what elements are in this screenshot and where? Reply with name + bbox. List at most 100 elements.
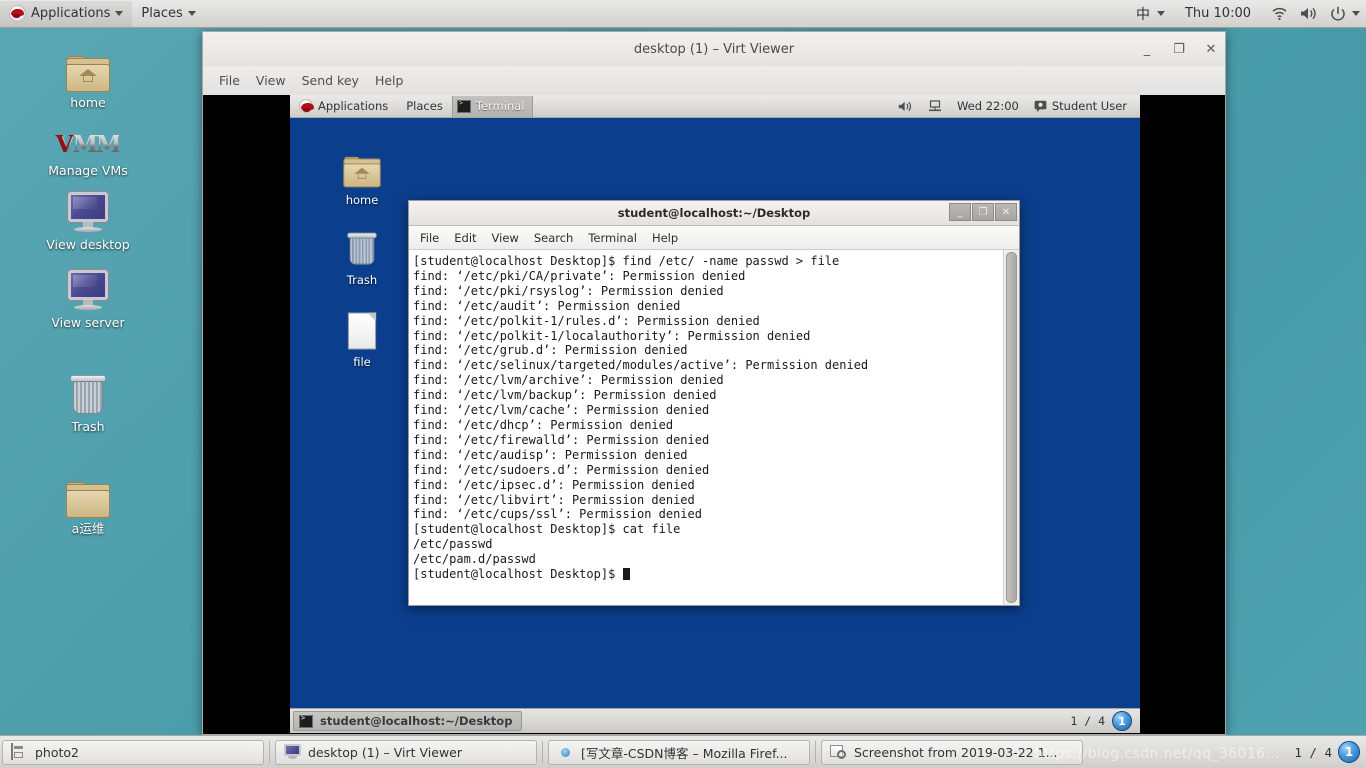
desktop-icon-label: Trash: [71, 420, 104, 434]
monitor-icon: [284, 744, 301, 761]
desktop-icon-trash[interactable]: Trash: [28, 368, 148, 434]
places-menu[interactable]: Places: [132, 1, 204, 27]
guest-taskbar-button-label: student@localhost:~/Desktop: [320, 714, 512, 728]
terminal-window[interactable]: student@localhost:~/Desktop _ ❐ ✕ File E…: [408, 200, 1020, 606]
taskbar-button-screenshot[interactable]: Screenshot from 2019-03-22 1...: [821, 740, 1083, 765]
guest-top-panel: Applications Places Terminal: [290, 95, 1140, 118]
power-menu[interactable]: [1324, 1, 1366, 27]
guest-network-icon[interactable]: [925, 96, 945, 117]
desktop-icon-label: View desktop: [46, 238, 130, 252]
virt-viewer-viewport[interactable]: Applications Places Terminal: [202, 95, 1226, 735]
input-method-indicator[interactable]: 中: [1130, 1, 1171, 27]
wifi-glyph: [1271, 6, 1288, 21]
terminal-menu-view[interactable]: View: [485, 228, 526, 248]
guest-window-button-terminal[interactable]: Terminal: [452, 96, 534, 117]
desktop-icon-ayunwei[interactable]: a运维: [28, 470, 148, 536]
guest-desktop-icon-file[interactable]: file: [325, 310, 399, 369]
applications-menu-label: Applications: [31, 6, 110, 21]
guest-volume-icon[interactable]: [895, 96, 916, 117]
guest-workspace-badge: 1: [1112, 711, 1132, 731]
terminal-scrollbar-thumb[interactable]: [1006, 252, 1017, 603]
terminal-scrollbar[interactable]: [1003, 250, 1019, 605]
menu-help[interactable]: Help: [368, 70, 411, 91]
user-icon: [1034, 100, 1047, 112]
input-method-label: 中: [1136, 4, 1150, 24]
terminal-output-text: [student@localhost Desktop]$ find /etc/ …: [413, 254, 868, 581]
desktop-icon-label: Manage VMs: [48, 164, 127, 178]
guest-taskbar-button-terminal[interactable]: student@localhost:~/Desktop: [293, 711, 522, 731]
desktop-icon-manage-vms[interactable]: VMM Manage VMs: [28, 112, 148, 178]
desktop-icon-label: a运维: [72, 522, 105, 536]
guest-desktop: home Trash file: [290, 118, 1140, 708]
terminal-menu-terminal[interactable]: Terminal: [581, 228, 644, 248]
terminal-content-area[interactable]: [student@localhost Desktop]$ find /etc/ …: [409, 250, 1019, 605]
virt-viewer-window[interactable]: desktop (1) – Virt Viewer _ ❐ ✕ File Vie…: [202, 31, 1226, 735]
maximize-button[interactable]: ❐: [1171, 42, 1187, 58]
guest-workspace-label: 1 / 4: [1070, 714, 1105, 728]
places-menu-label: Places: [141, 6, 182, 21]
taskbar-separator: [815, 741, 816, 763]
guest-desktop-icon-trash[interactable]: Trash: [325, 228, 399, 287]
terminal-output[interactable]: [student@localhost Desktop]$ find /etc/ …: [409, 250, 1003, 605]
volume-icon[interactable]: [1294, 1, 1324, 27]
virt-viewer-menubar: File View Send key Help: [202, 66, 1226, 95]
monitor-icon: [65, 186, 111, 234]
guest-places-label: Places: [406, 99, 443, 113]
guest-desktop-icon-label: home: [346, 193, 379, 207]
guest-screen[interactable]: Applications Places Terminal: [290, 95, 1140, 733]
taskbar-button-firefox[interactable]: [写文章-CSDN博客 – Mozilla Firef...: [548, 740, 810, 765]
guest-places-menu[interactable]: Places: [397, 96, 452, 117]
guest-user-menu[interactable]: Student User: [1031, 96, 1130, 117]
menu-file[interactable]: File: [212, 70, 247, 91]
terminal-titlebar[interactable]: student@localhost:~/Desktop _ ❐ ✕: [409, 201, 1019, 226]
guest-clock[interactable]: Wed 22:00: [954, 96, 1022, 117]
desktop-icon-view-desktop[interactable]: View desktop: [28, 186, 148, 252]
chevron-down-icon: [1157, 11, 1165, 16]
guest-taskbar: student@localhost:~/Desktop 1 / 4 1: [290, 708, 1140, 733]
taskbar-button-label: photo2: [35, 745, 79, 760]
volume-glyph: [1300, 6, 1318, 21]
guest-applications-menu[interactable]: Applications: [290, 96, 397, 117]
terminal-maximize-button[interactable]: ❐: [972, 203, 994, 221]
close-button[interactable]: ✕: [1203, 42, 1219, 58]
chevron-down-icon: [115, 11, 123, 16]
terminal-window-buttons: _ ❐ ✕: [949, 203, 1017, 221]
terminal-minimize-button[interactable]: _: [949, 203, 971, 221]
virt-viewer-titlebar[interactable]: desktop (1) – Virt Viewer _ ❐ ✕: [202, 31, 1226, 66]
guest-user-label: Student User: [1052, 99, 1127, 113]
taskbar-separator: [542, 741, 543, 763]
desktop-icon-view-server[interactable]: View server: [28, 264, 148, 330]
terminal-icon: [457, 100, 471, 113]
power-icon: [1330, 6, 1346, 22]
firefox-icon: [557, 744, 574, 761]
desktop-icon-home[interactable]: home: [28, 44, 148, 110]
guest-window-button-label: Terminal: [476, 99, 525, 113]
wifi-icon[interactable]: [1265, 1, 1294, 27]
terminal-icon: [299, 715, 313, 728]
guest-desktop-icon-home[interactable]: home: [325, 148, 399, 207]
minimize-button[interactable]: _: [1139, 42, 1155, 58]
taskbar-button-virt-viewer[interactable]: desktop (1) – Virt Viewer: [275, 740, 537, 765]
terminal-menubar: File Edit View Search Terminal Help: [409, 226, 1019, 250]
terminal-menu-file[interactable]: File: [413, 228, 446, 248]
terminal-close-button[interactable]: ✕: [995, 203, 1017, 221]
host-taskbar: photo2 desktop (1) – Virt Viewer [写文章-CS…: [0, 735, 1366, 768]
taskbar-button-label: desktop (1) – Virt Viewer: [308, 745, 462, 760]
folder-icon: [66, 470, 110, 518]
terminal-menu-help[interactable]: Help: [645, 228, 685, 248]
host-top-panel: Applications Places 中 Thu 10:00: [0, 0, 1366, 28]
terminal-menu-edit[interactable]: Edit: [447, 228, 483, 248]
clock[interactable]: Thu 10:00: [1171, 1, 1265, 27]
applications-menu[interactable]: Applications: [0, 1, 132, 27]
host-workspace-switcher[interactable]: 1 / 4 1: [1294, 741, 1366, 763]
redhat-logo-icon: [9, 5, 26, 22]
menu-send-key[interactable]: Send key: [295, 70, 366, 91]
taskbar-separator: [269, 741, 270, 763]
volume-glyph: [898, 100, 913, 113]
guest-workspace-switcher[interactable]: 1 / 4 1: [1070, 711, 1140, 731]
guest-applications-label: Applications: [318, 99, 388, 113]
guest-clock-label: Wed 22:00: [957, 99, 1019, 113]
menu-view[interactable]: View: [249, 70, 293, 91]
terminal-menu-search[interactable]: Search: [527, 228, 581, 248]
taskbar-button-photo2[interactable]: photo2: [2, 740, 264, 765]
